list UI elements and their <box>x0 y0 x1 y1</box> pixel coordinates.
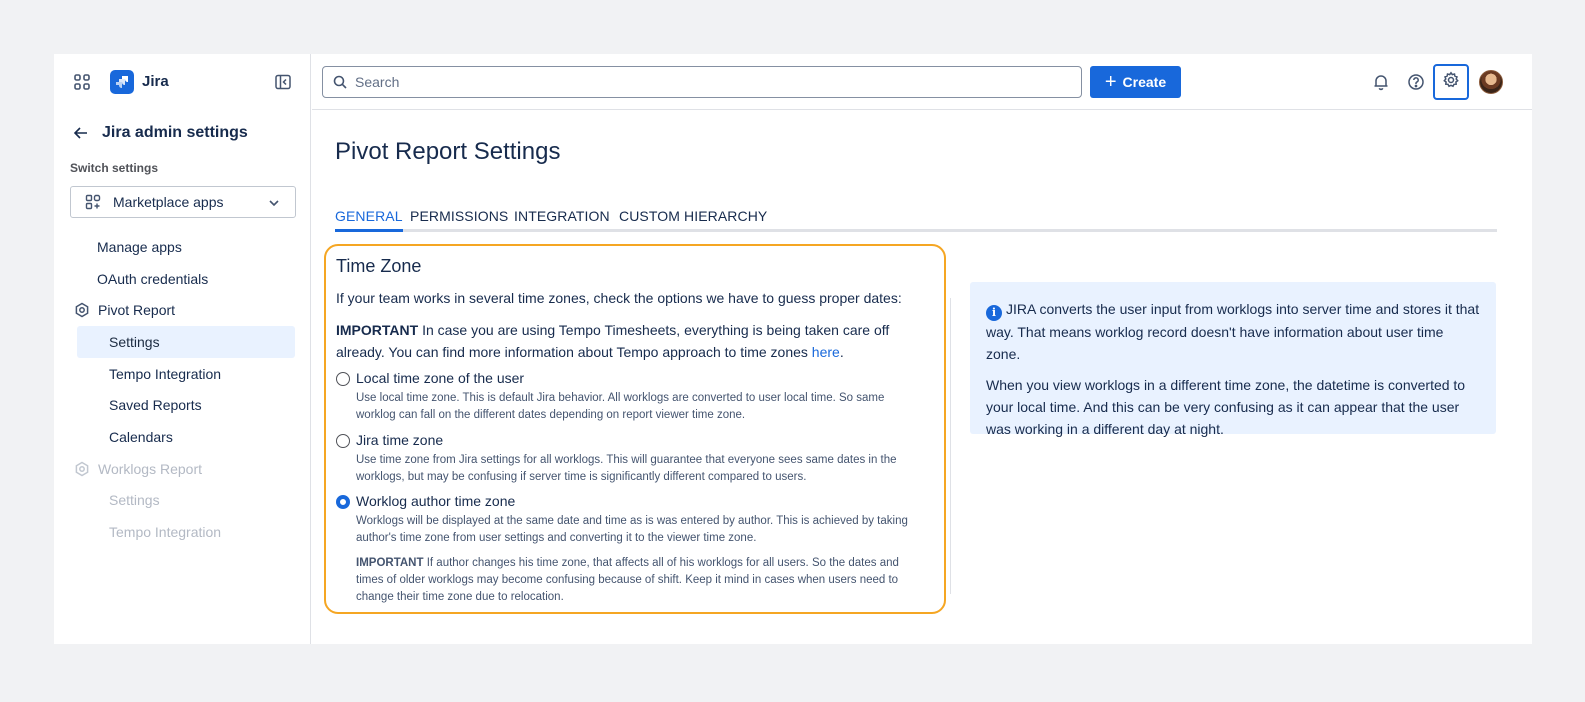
info-paragraph: When you view worklogs in a different ti… <box>986 377 1466 437</box>
sidebar-item-worklogs-report: Worklogs Report <box>74 453 202 485</box>
time-zone-important-note: IMPORTANT In case you are using Tempo Ti… <box>336 319 936 363</box>
sidebar-item-manage-apps[interactable]: Manage apps <box>97 231 182 263</box>
radio-worklog-author-time-zone[interactable] <box>336 495 350 509</box>
settings-button[interactable] <box>1433 64 1469 100</box>
jira-logo-icon[interactable] <box>110 70 134 94</box>
radio-jira-time-zone[interactable] <box>336 434 350 448</box>
avatar[interactable] <box>1479 70 1503 94</box>
switch-settings-label: Switch settings <box>70 161 159 175</box>
info-text-1: JIRA converts the user input from worklo… <box>986 301 1480 362</box>
create-button-label: Create <box>1122 74 1167 90</box>
important-text: In case you are using Tempo Timesheets, … <box>336 322 890 360</box>
sidebar-item-label: Manage apps <box>97 239 182 255</box>
sidebar-item-label: Worklogs Report <box>98 461 203 477</box>
hexagon-icon <box>74 461 90 477</box>
back-link[interactable]: Jira admin settings <box>72 124 248 142</box>
important-label: IMPORTANT <box>336 322 419 338</box>
marketplace-apps-icon <box>85 194 101 210</box>
sidebar-item-label: Tempo Integration <box>109 524 222 540</box>
time-zone-intro: If your team works in several time zones… <box>336 290 902 306</box>
important-end: . <box>839 344 844 360</box>
tab-general[interactable]: GENERAL <box>335 202 403 232</box>
hexagon-icon <box>74 302 90 318</box>
chevron-down-icon <box>267 196 281 210</box>
option-description: Use local time zone. This is default Jir… <box>356 392 885 421</box>
sidebar-item-label: Settings <box>109 334 160 350</box>
search-input[interactable] <box>355 74 1055 90</box>
switch-settings-select[interactable]: Marketplace apps <box>70 186 296 218</box>
main-content: Pivot Report Settings GENERAL PERMISSION… <box>312 110 1532 644</box>
time-zone-title: Time Zone <box>336 256 422 276</box>
tab-custom-hierarchy[interactable]: CUSTOM HIERARCHY <box>619 202 767 232</box>
sidebar-item-tempo-integration[interactable]: Tempo Integration <box>109 358 221 390</box>
option-label[interactable]: Local time zone of the user <box>356 370 524 386</box>
option-important-note: IMPORTANT If author changes his time zon… <box>356 555 916 606</box>
info-paragraph: i JIRA converts the user input from workl… <box>986 298 1480 365</box>
radio-local-time-zone[interactable] <box>336 372 350 386</box>
sidebar-item-label: Settings <box>109 492 160 508</box>
app-name[interactable]: Jira <box>142 73 169 90</box>
sidebar-item-label: Saved Reports <box>109 397 202 413</box>
time-zone-section: Time Zone If your team works in several … <box>324 244 946 614</box>
search-icon <box>333 75 347 89</box>
settings-tabs: GENERAL PERMISSIONS INTEGRATION CUSTOM H… <box>335 202 1497 232</box>
info-panel: i JIRA converts the user input from workl… <box>970 282 1496 437</box>
top-navigation: + Create <box>312 54 1532 110</box>
page-title: Pivot Report Settings <box>335 138 561 165</box>
sidebar-header: Jira <box>54 54 311 110</box>
sidebar-item-label: Calendars <box>109 429 173 445</box>
bell-icon[interactable] <box>1372 73 1390 91</box>
column-divider <box>950 298 951 594</box>
option-label[interactable]: Worklog author time zone <box>356 493 515 509</box>
note-text: If author changes his time zone, that af… <box>356 557 899 603</box>
sidebar-item-oauth-credentials[interactable]: OAuth credentials <box>97 263 208 295</box>
gear-icon <box>1442 71 1460 94</box>
sidebar-item-saved-reports[interactable]: Saved Reports <box>109 389 202 421</box>
option-label[interactable]: Jira time zone <box>356 432 443 448</box>
sidebar-item-worklogs-settings: Settings <box>109 484 160 516</box>
app-switcher-icon[interactable] <box>72 72 92 92</box>
switch-settings-value: Marketplace apps <box>113 194 224 210</box>
arrow-left-icon <box>72 124 90 142</box>
plus-icon: + <box>1104 71 1117 93</box>
sidebar-item-label: Tempo Integration <box>109 366 222 382</box>
sidebar-item-worklogs-tempo-integration: Tempo Integration <box>109 516 221 548</box>
sidebar: Jira Jira admin settings Switch settings <box>54 54 311 644</box>
search-box[interactable] <box>322 66 1082 98</box>
note-label: IMPORTANT <box>356 557 424 569</box>
tab-permissions[interactable]: PERMISSIONS <box>410 202 508 232</box>
sidebar-item-pivot-report[interactable]: Pivot Report <box>74 294 175 326</box>
info-icon: i <box>986 305 1002 321</box>
tempo-docs-link[interactable]: here <box>812 344 840 360</box>
sidebar-item-calendars[interactable]: Calendars <box>109 421 173 453</box>
help-icon[interactable] <box>1407 73 1425 91</box>
tab-integration[interactable]: INTEGRATION <box>514 202 610 232</box>
option-description: Use time zone from Jira settings for all… <box>356 454 897 483</box>
sidebar-item-label: Pivot Report <box>98 302 176 318</box>
option-description: Worklogs will be displayed at the same d… <box>356 515 908 544</box>
sidebar-item-settings[interactable]: Settings <box>77 326 295 358</box>
collapse-sidebar-icon[interactable] <box>274 73 292 91</box>
app-window: Jira Jira admin settings Switch settings <box>54 54 1532 644</box>
create-button[interactable]: + Create <box>1090 66 1181 98</box>
admin-settings-title: Jira admin settings <box>102 124 248 141</box>
sidebar-item-label: OAuth credentials <box>97 271 209 287</box>
